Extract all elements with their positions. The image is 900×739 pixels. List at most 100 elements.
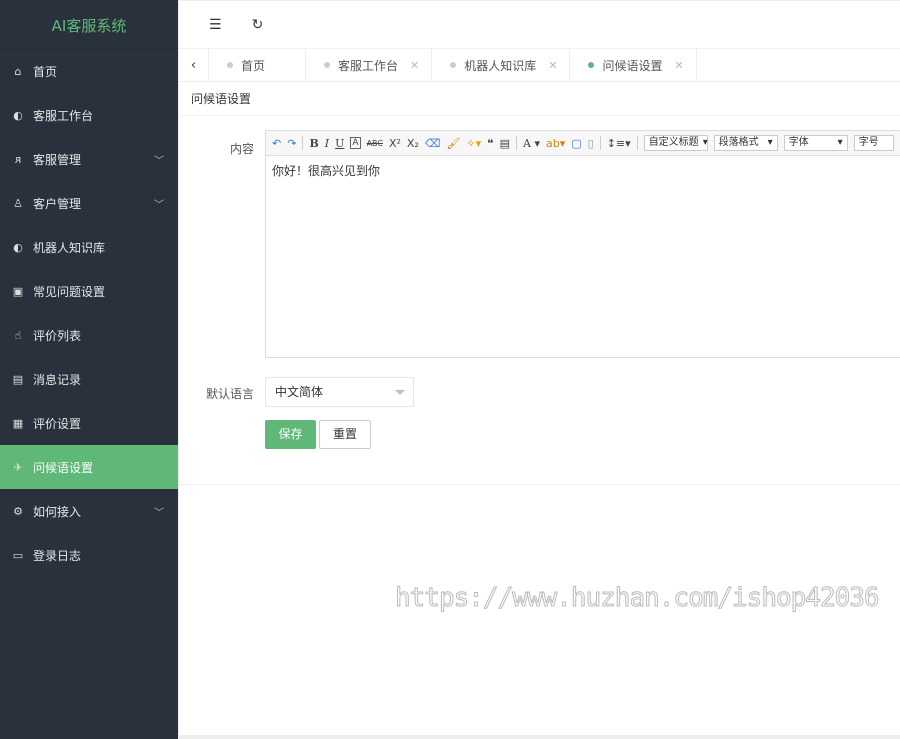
horizontal-scrollbar[interactable] [178, 735, 900, 739]
tab-status-dot [588, 62, 595, 68]
main: ☰ ↻ ‹ 首页 客服工作台 ✕ 机器人知识库 ✕ 问候语设置 ✕ 问候语设置 内容 ↶ ↷… [178, 0, 900, 739]
tab-status-dot [227, 62, 233, 68]
refresh-icon[interactable]: ↻ [252, 17, 264, 33]
thumb-up-icon: ☝ [14, 328, 22, 342]
sidebar-item-label: 如何接入 [33, 504, 82, 519]
headset-icon: ◐ [13, 108, 23, 122]
clear-doc-icon[interactable]: ▯ [588, 137, 594, 150]
tab-status-dot [324, 62, 331, 68]
watermark: https://www.huzhan.com/ishop42036 [395, 583, 881, 614]
subscript-icon[interactable]: X₂ [407, 137, 419, 150]
sidebar-item[interactable]: ✈ 问候语设置 [0, 445, 178, 489]
tab-status-dot [450, 62, 457, 68]
sidebar-item-label: 首页 [33, 64, 58, 79]
close-icon[interactable]: ✕ [410, 59, 419, 72]
format-brush-icon[interactable]: 🖌 [446, 137, 460, 150]
doc-icon: ▤ [12, 372, 24, 386]
divider [599, 136, 601, 150]
blockquote-icon[interactable]: ❝ [487, 137, 493, 150]
reset-button[interactable]: 重置 [319, 420, 371, 449]
content-label: 内容 [229, 142, 254, 156]
highlight-icon[interactable]: ab▾ [546, 137, 565, 150]
chevron-down-icon: ﹀ [154, 507, 164, 519]
home-icon: ⌂ [14, 64, 22, 78]
user-icon: ᴙ [14, 152, 22, 166]
table-icon: ▭ [12, 548, 24, 562]
save-button[interactable]: 保存 [265, 420, 316, 449]
editor-toolbar: ↶ ↷ B I U A ABC X² X₂ ⌫ 🖌 ✧▾ ❝ ▤ A ▾ ab▾… [266, 131, 900, 156]
font-border-icon[interactable]: A [350, 137, 361, 149]
tab-label: 问候语设置 [602, 58, 663, 73]
chevron-down-icon [395, 390, 405, 400]
italic-icon[interactable]: I [325, 137, 329, 150]
sidebar-item[interactable]: ▤ 消息记录 [0, 357, 178, 401]
breadcrumb: 问候语设置 [179, 82, 900, 116]
tab-label: 客服工作台 [338, 58, 399, 73]
tab[interactable]: 客服工作台 ✕ [306, 49, 433, 81]
question-doc-icon: ▣ [12, 284, 24, 298]
close-icon[interactable]: ✕ [675, 59, 684, 72]
select-all-icon[interactable]: ▢ [571, 137, 581, 150]
editor-content[interactable]: 你好！很高兴见到你 [266, 156, 900, 185]
tab[interactable]: 首页 [209, 49, 307, 81]
sidebar-item-label: 评价设置 [33, 416, 82, 431]
sidebar-item-label: 消息记录 [33, 372, 82, 387]
language-label: 默认语言 [205, 387, 254, 401]
paste-text-icon[interactable]: ▤ [500, 137, 510, 150]
sidebar-item[interactable]: ☝ 评价列表 [0, 313, 178, 357]
divider [302, 136, 304, 150]
line-height-icon[interactable]: ↕≡▾ [607, 137, 631, 150]
sidebar-item-label: 常见问题设置 [33, 284, 106, 299]
font-color-icon[interactable]: A ▾ [523, 137, 540, 150]
sidebar-item[interactable]: ◐ 机器人知识库 [0, 225, 178, 269]
size-select[interactable]: 字号 [853, 135, 894, 151]
auto-format-icon[interactable]: ✧▾ [466, 137, 481, 150]
eraser-icon[interactable]: ⌫ [425, 137, 441, 150]
chevron-down-icon: ﹀ [154, 155, 164, 167]
send-icon: ✈ [13, 460, 23, 474]
sidebar-item[interactable]: ♙ 客户管理 ﹀ [0, 181, 178, 225]
superscript-icon[interactable]: X² [389, 137, 401, 150]
sidebar-item-label: 客服管理 [33, 152, 82, 167]
tab[interactable]: 问候语设置 ✕ [570, 49, 697, 81]
font-select-value: 字体 [788, 137, 809, 148]
sidebar-item-label: 问候语设置 [33, 460, 94, 475]
sidebar-item[interactable]: ▣ 常见问题设置 [0, 269, 178, 313]
redo-icon[interactable]: ↷ [287, 137, 296, 150]
sidebar-item[interactable]: ▭ 登录日志 [0, 533, 178, 577]
sidebar-item-label: 机器人知识库 [33, 240, 106, 255]
size-select-value: 字号 [858, 137, 879, 148]
tab-bar: ‹ 首页 客服工作台 ✕ 机器人知识库 ✕ 问候语设置 ✕ [179, 49, 900, 82]
language-select[interactable]: 中文简体 [265, 377, 414, 407]
rich-text-editor: ↶ ↷ B I U A ABC X² X₂ ⌫ 🖌 ✧▾ ❝ ▤ A ▾ ab▾… [265, 130, 900, 358]
sidebar-item-label: 评价列表 [33, 328, 82, 343]
sidebar-item[interactable]: ⌂ 首页 [0, 49, 178, 93]
heading-select[interactable]: 自定义标题 ▾ [643, 135, 708, 151]
heading-select-value: 自定义标题 [648, 137, 699, 148]
sidebar: AI客服系统 ⌂ 首页 ◐ 客服工作台 ᴙ 客服管理 ﹀ ♙ 客户管理 ﹀ ◐ 机器人知识库 ▣ 常见问题… [0, 0, 178, 739]
topbar: ☰ ↻ [179, 0, 900, 49]
underline-icon[interactable]: U [335, 137, 344, 150]
paragraph-select-value: 段落格式 [718, 137, 759, 148]
app-logo: AI客服系统 [0, 0, 178, 49]
strikethrough-icon[interactable]: ABC [367, 139, 383, 148]
sidebar-item[interactable]: ▦ 评价设置 [0, 401, 178, 445]
sidebar-item[interactable]: ᴙ 客服管理 ﹀ [0, 137, 178, 181]
tab[interactable]: 机器人知识库 ✕ [432, 49, 571, 81]
paragraph-select[interactable]: 段落格式 ▾ [713, 135, 778, 151]
font-select[interactable]: 字体 ▾ [783, 135, 848, 151]
undo-icon[interactable]: ↶ [272, 137, 281, 150]
users-icon: ♙ [13, 196, 23, 210]
divider [516, 136, 518, 150]
menu-toggle-icon[interactable]: ☰ [209, 17, 222, 33]
close-icon[interactable]: ✕ [548, 59, 557, 72]
tab-label: 机器人知识库 [464, 58, 537, 73]
gear-icon: ⚙ [13, 504, 23, 518]
sidebar-item[interactable]: ◐ 客服工作台 [0, 93, 178, 137]
greeting-form: 内容 ↶ ↷ B I U A ABC X² X₂ ⌫ 🖌 ✧▾ ❝ ▤ A ▾ … [179, 116, 900, 485]
tabs-back-button[interactable]: ‹ [179, 49, 209, 81]
language-select-value: 中文简体 [275, 385, 324, 399]
sidebar-item[interactable]: ⚙ 如何接入 ﹀ [0, 489, 178, 533]
chevron-down-icon: ﹀ [154, 199, 164, 211]
bold-icon[interactable]: B [309, 137, 318, 150]
